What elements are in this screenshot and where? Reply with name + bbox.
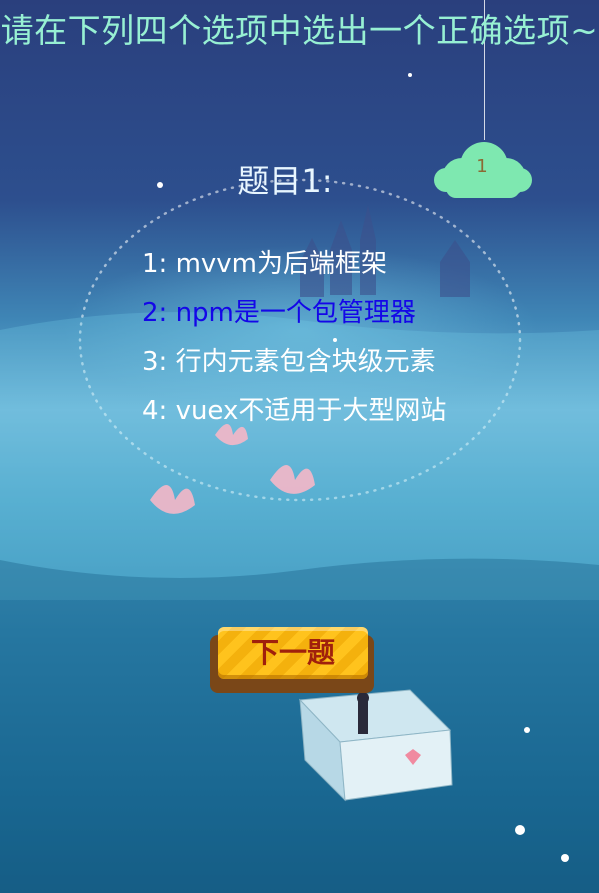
background bbox=[0, 0, 599, 893]
question-count-badge: 1 bbox=[476, 156, 488, 177]
question-label: 题目1: bbox=[237, 162, 333, 200]
option-1[interactable]: 1: mvvm为后端框架 bbox=[142, 240, 446, 289]
page-title: 请在下列四个选项中选出一个正确选项~ bbox=[0, 11, 599, 50]
options-list: 1: mvvm为后端框架 2: npm是一个包管理器 3: 行内元素包含块级元素… bbox=[142, 240, 446, 436]
option-4[interactable]: 4: vuex不适用于大型网站 bbox=[142, 387, 446, 436]
next-question-button[interactable]: 下一题 bbox=[210, 627, 374, 693]
option-2[interactable]: 2: npm是一个包管理器 bbox=[142, 289, 446, 338]
option-3[interactable]: 3: 行内元素包含块级元素 bbox=[142, 338, 446, 387]
next-button-label: 下一题 bbox=[250, 636, 335, 669]
